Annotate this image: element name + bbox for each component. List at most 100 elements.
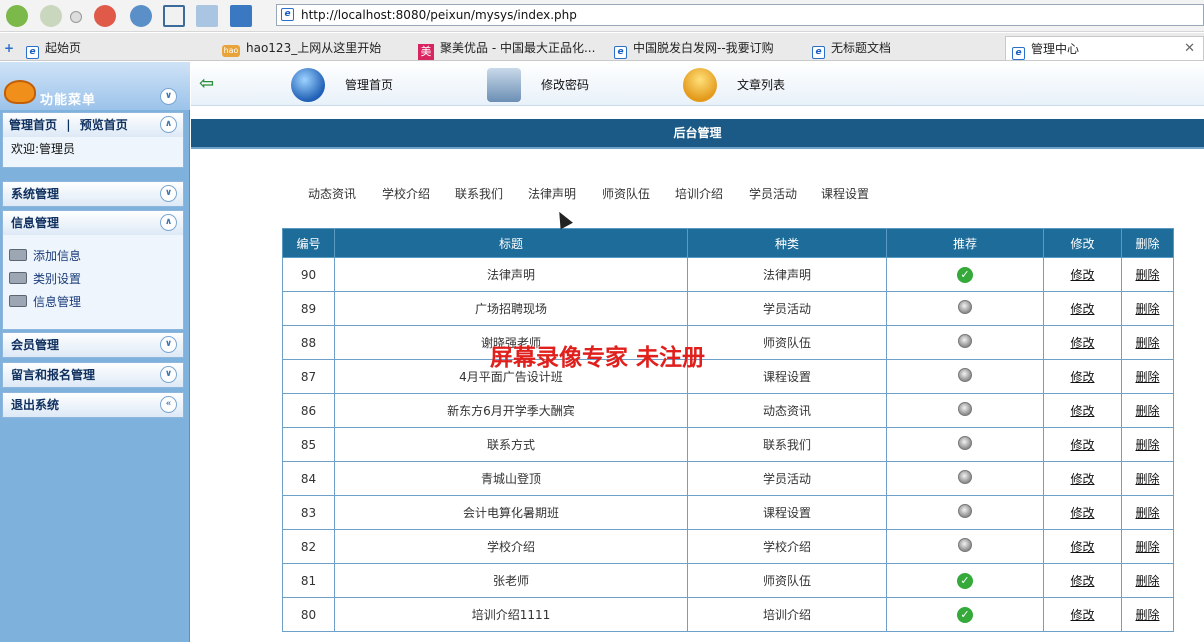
- favorites-icon[interactable]: [196, 5, 218, 27]
- tab-start-page[interactable]: e 起始页: [26, 36, 176, 60]
- sidebar: 功能菜单 ∨ 管理首页 | 预览首页 ∧ 欢迎:管理员 系统管理 ∨ 信息管理 ∧ …: [0, 62, 190, 642]
- delete-link[interactable]: 删除: [1121, 563, 1174, 598]
- tab-jumei[interactable]: 美聚美优品 - 中国最大正品化...: [418, 36, 608, 60]
- forward-arrow-icon[interactable]: [40, 5, 62, 27]
- collapse-up-icon[interactable]: ∧: [160, 116, 177, 133]
- grey-dot-icon[interactable]: [958, 504, 972, 518]
- check-icon[interactable]: ✓: [957, 572, 973, 589]
- expand-icon[interactable]: ∨: [160, 336, 177, 353]
- cell-id: 88: [282, 325, 335, 360]
- home-icon[interactable]: [163, 5, 185, 27]
- nav-admin-home[interactable]: 管理首页: [291, 68, 411, 102]
- cell-id: 87: [282, 359, 335, 394]
- grey-dot-icon[interactable]: [958, 470, 972, 484]
- tab-admin-center[interactable]: e 管理中心 ✕: [1005, 36, 1204, 60]
- member-management-header[interactable]: 会员管理 ∨: [3, 333, 183, 357]
- cell-recommended: ✓: [886, 257, 1044, 292]
- cell-id: 83: [282, 495, 335, 530]
- info-management-header[interactable]: 信息管理 ∧: [3, 211, 183, 235]
- edit-link[interactable]: 修改: [1043, 563, 1122, 598]
- delete-link[interactable]: 删除: [1121, 393, 1174, 428]
- edit-link[interactable]: 修改: [1043, 597, 1122, 632]
- back-arrow-icon[interactable]: [6, 5, 28, 27]
- category-link[interactable]: 法律声明: [528, 182, 576, 206]
- delete-link[interactable]: 删除: [1121, 325, 1174, 360]
- delete-link[interactable]: 删除: [1121, 529, 1174, 564]
- expand-icon[interactable]: ∨: [160, 185, 177, 202]
- grey-dot-icon[interactable]: [958, 402, 972, 416]
- edit-link[interactable]: 修改: [1043, 291, 1122, 326]
- top-navigation: ⇦ 管理首页 修改密码 文章列表: [191, 62, 1204, 106]
- grey-dot-icon[interactable]: [958, 334, 972, 348]
- category-link[interactable]: 师资队伍: [602, 182, 650, 206]
- col-header-title: 标题: [334, 228, 688, 258]
- edit-link[interactable]: 修改: [1043, 427, 1122, 462]
- check-icon[interactable]: ✓: [957, 266, 973, 283]
- grey-dot-icon[interactable]: [958, 538, 972, 552]
- sidebar-item-add-info[interactable]: 添加信息: [3, 245, 183, 268]
- sidebar-item-info-management[interactable]: 信息管理: [3, 291, 183, 314]
- delete-link[interactable]: 删除: [1121, 257, 1174, 292]
- collapse-menu-icon[interactable]: ∨: [160, 88, 177, 105]
- admin-home-link[interactable]: 管理首页: [9, 118, 57, 132]
- expand-icon[interactable]: ∨: [160, 366, 177, 383]
- cell-recommended: [886, 427, 1044, 462]
- delete-link[interactable]: 删除: [1121, 495, 1174, 530]
- nav-change-password[interactable]: 修改密码: [487, 68, 607, 102]
- edit-link[interactable]: 修改: [1043, 393, 1122, 428]
- reading-icon[interactable]: [230, 5, 252, 27]
- delete-link[interactable]: 删除: [1121, 359, 1174, 394]
- edit-link[interactable]: 修改: [1043, 359, 1122, 394]
- drawer-icon: [9, 249, 27, 261]
- table-row: 85 联系方式 联系我们 修改 删除: [282, 427, 1174, 462]
- dropdown-icon[interactable]: [70, 11, 82, 23]
- edit-link[interactable]: 修改: [1043, 461, 1122, 496]
- edit-link[interactable]: 修改: [1043, 529, 1122, 564]
- category-link[interactable]: 学员活动: [749, 182, 797, 206]
- refresh-icon[interactable]: [130, 5, 152, 27]
- tab-untitled[interactable]: e 无标题文档: [812, 36, 1002, 60]
- collapse-up-icon[interactable]: ∧: [160, 214, 177, 231]
- menu-logo-icon: [4, 80, 36, 104]
- hao123-icon: hao: [222, 45, 240, 57]
- tab-hao123[interactable]: hao hao123_上网从这里开始: [222, 36, 412, 60]
- delete-link[interactable]: 删除: [1121, 427, 1174, 462]
- ie-page-icon: e: [281, 8, 294, 21]
- table-row: 89 广场招聘现场 学员活动 修改 删除: [282, 291, 1174, 326]
- edit-link[interactable]: 修改: [1043, 495, 1122, 530]
- edit-link[interactable]: 修改: [1043, 257, 1122, 292]
- edit-link[interactable]: 修改: [1043, 325, 1122, 360]
- article-table: 编号 标题 种类 推荐 修改 删除 90 法律声明 法律声明 ✓ 修改 删除 89 广场招聘现…: [282, 228, 1174, 632]
- category-link[interactable]: 课程设置: [821, 182, 869, 206]
- close-tab-icon[interactable]: ✕: [1184, 37, 1195, 60]
- tab-tuofa[interactable]: e 中国脱发白发网--我要订购: [614, 36, 804, 60]
- cell-id: 90: [282, 257, 335, 292]
- nav-article-list[interactable]: 文章列表: [683, 68, 803, 102]
- col-header-edit: 修改: [1043, 228, 1122, 258]
- category-link[interactable]: 动态资讯: [308, 182, 356, 206]
- cell-recommended: ✓: [886, 563, 1044, 598]
- message-signup-header[interactable]: 留言和报名管理 ∨: [3, 363, 183, 387]
- check-icon[interactable]: ✓: [957, 606, 973, 623]
- grey-dot-icon[interactable]: [958, 368, 972, 382]
- category-link[interactable]: 联系我们: [455, 182, 503, 206]
- delete-link[interactable]: 删除: [1121, 461, 1174, 496]
- preview-home-link[interactable]: 预览首页: [80, 118, 128, 132]
- stop-icon[interactable]: [94, 5, 116, 27]
- chevron-left-icon[interactable]: «: [160, 396, 177, 413]
- delete-link[interactable]: 删除: [1121, 597, 1174, 632]
- logout-header[interactable]: 退出系统 «: [3, 393, 183, 417]
- grey-dot-icon[interactable]: [958, 436, 972, 450]
- grey-dot-icon[interactable]: [958, 300, 972, 314]
- mouse-cursor-icon: [553, 208, 573, 230]
- cell-type: 学员活动: [687, 291, 887, 326]
- address-bar[interactable]: e http://localhost:8080/peixun/mysys/ind…: [276, 4, 1204, 26]
- delete-link[interactable]: 删除: [1121, 291, 1174, 326]
- sidebar-item-category-settings[interactable]: 类别设置: [3, 268, 183, 291]
- system-management-header[interactable]: 系统管理 ∨: [3, 182, 183, 206]
- cell-title: 张老师: [334, 563, 688, 598]
- new-tab-button[interactable]: +: [4, 36, 14, 60]
- category-link[interactable]: 培训介绍: [675, 182, 723, 206]
- back-arrow-icon[interactable]: ⇦: [199, 73, 214, 94]
- category-link[interactable]: 学校介绍: [382, 182, 430, 206]
